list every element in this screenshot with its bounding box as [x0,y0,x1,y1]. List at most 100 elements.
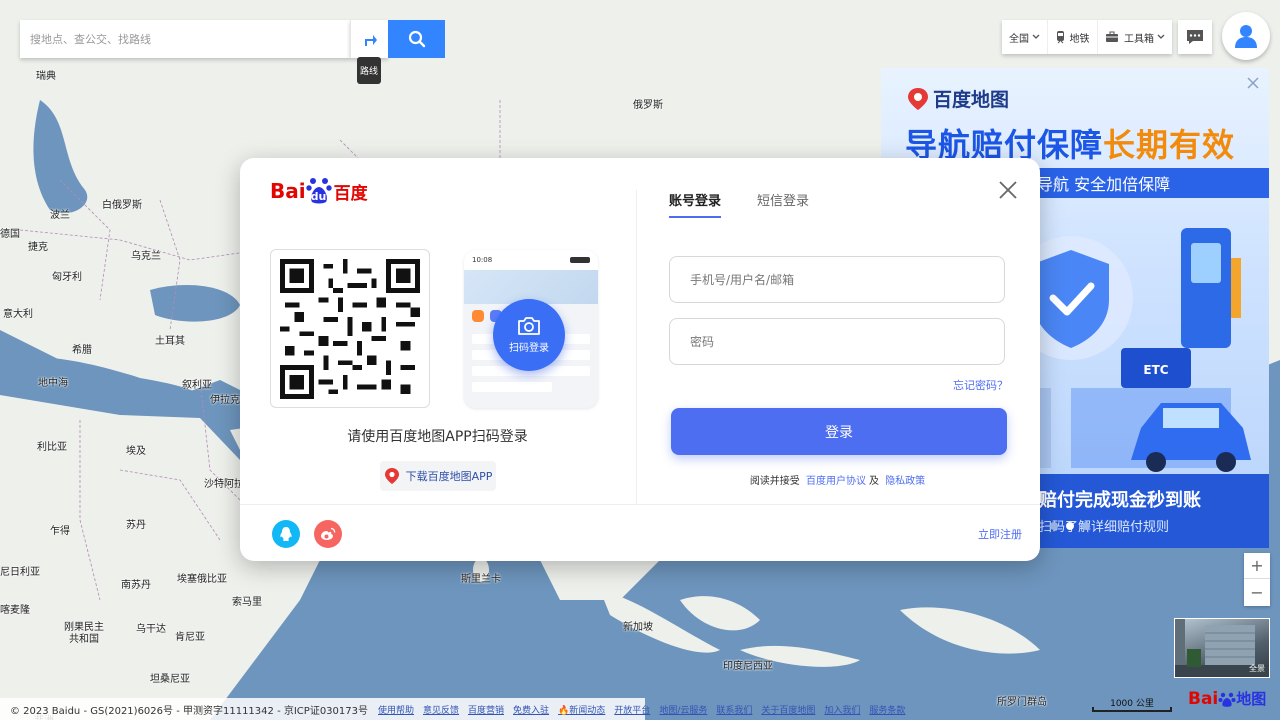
carousel-dot[interactable] [1082,522,1090,530]
subway-button[interactable]: 地铁 [1048,20,1098,54]
map-label: 地中海 [38,378,68,389]
forgot-password-link[interactable]: 忘记密码？ [952,377,1008,393]
dialog-close-button[interactable] [996,178,1020,202]
route-button[interactable] [350,20,388,58]
logo-cn: 百度 [333,183,368,204]
search-button[interactable] [388,20,445,58]
map-scale: 1000 公里 [1092,696,1172,714]
map-label: 喀麦隆 [0,605,30,616]
map-label: 印度尼西亚 [723,661,773,672]
map-pin-icon [908,87,928,110]
carousel-dot-active[interactable] [1066,522,1074,530]
map-label: 瑞典 [36,71,56,82]
zoom-control: + − [1244,553,1270,606]
logo-bai: Bai [1188,688,1219,709]
zoom-in-button[interactable]: + [1244,553,1270,579]
footer-link-cloud[interactable]: 地图/云服务 [659,703,707,716]
toolbox-icon [1106,31,1118,42]
register-link[interactable]: 立即注册 [978,526,1022,542]
close-icon [999,181,1017,199]
city-selector[interactable]: 全国 [1002,20,1048,54]
footer-link-join-free[interactable]: 免费入驻 [513,703,549,716]
weibo-icon [321,527,336,540]
footer-link-news-label: 新闻动态 [569,705,606,716]
search-box[interactable] [20,20,350,58]
footer-bar: © 2023 Baidu - GS(2021)6026号 - 甲测资字11111… [0,698,905,720]
agreement-text: 阅读并接受 百度用户协议及 隐私政策 [669,472,1009,487]
agreement-prefix: 阅读并接受 [749,476,800,487]
password-field[interactable] [669,318,1005,365]
footer-link-contact[interactable]: 联系我们 [716,703,752,716]
copyright-text: © 2023 Baidu - GS(2021)6026号 - 甲测资字11111… [10,705,368,717]
map-label: 伊拉克 [210,395,240,406]
footer-link-marketing[interactable]: 百度营销 [468,703,504,716]
carousel-dot[interactable] [1050,522,1058,530]
map-label: 索马里 [232,597,262,608]
city-label: 全国 [1009,33,1029,45]
ad-carousel-dots [1050,522,1090,530]
qq-login-button[interactable] [272,520,300,548]
scan-login-button[interactable]: 扫码登录 [493,299,565,371]
subway-label: 地铁 [1069,33,1090,45]
ad-footer-line1: 赔付完成现金秒到账 [1039,490,1201,511]
map-label: 白俄罗斯 [102,200,142,211]
paw-icon [1218,692,1236,707]
zoom-out-button[interactable]: − [1244,579,1270,605]
map-tools-group: 全国 地铁 工具箱 [1002,20,1172,54]
footer-link-terms[interactable]: 服务条款 [869,703,905,716]
footer-link-about[interactable]: 关于百度地图 [761,703,815,716]
search-input[interactable] [30,32,350,46]
footer-link-feedback[interactable]: 意见反馈 [423,703,459,716]
terms-link[interactable]: 百度用户协议 [806,476,866,487]
charging-station-icon [1181,228,1241,348]
download-app-button[interactable]: 下载百度地图APP [380,461,496,491]
map-label: 南苏丹 [121,580,151,591]
toolbox-button[interactable]: 工具箱 [1098,20,1172,54]
panorama-thumbnail[interactable]: 全景 [1174,618,1270,678]
privacy-link[interactable]: 隐私政策 [885,476,925,487]
user-avatar-button[interactable] [1222,12,1270,60]
map-label: 尼日利亚 [0,567,40,578]
panorama-label: 全景 [1249,664,1265,673]
column-divider [636,190,637,504]
search-icon [408,30,425,48]
map-label: 乌克兰 [131,251,161,262]
agreement-and: 及 [869,476,879,487]
ad-title-highlight: 长期有效 [1103,126,1236,164]
map-label: 新加坡 [623,622,653,633]
qr-code-icon [280,258,420,399]
footer-link-open-platform[interactable]: 开放平台 [614,703,650,716]
map-label: 意大利 [3,309,33,320]
map-label: 希腊 [72,345,92,356]
camera-icon [518,317,540,335]
map-label: 匈牙利 [52,272,82,283]
login-tabs: 账号登录 短信登录 [669,190,809,218]
footer-link-help[interactable]: 使用帮助 [378,703,414,716]
map-label: 肯尼亚 [175,632,205,643]
download-app-label: 下载百度地图APP [405,470,493,483]
map-label: 刚果民主共和国 [64,622,104,645]
footer-link-news[interactable]: 🔥新闻动态 [558,703,605,716]
qq-icon [280,527,292,542]
paw-icon: du [305,176,332,206]
baidu-logo: Bai du 百度 [270,176,368,206]
password-input[interactable] [690,334,1004,349]
map-label: 乍得 [50,526,70,537]
phone-time: 10:08 [472,256,493,264]
tab-sms-login[interactable]: 短信登录 [757,190,809,217]
username-input[interactable] [690,272,1004,287]
login-button[interactable]: 登录 [671,408,1007,455]
weibo-login-button[interactable] [314,520,342,548]
subway-icon [1056,31,1064,44]
username-field[interactable] [669,256,1005,303]
map-label: 俄罗斯 [633,100,663,111]
footer-link-careers[interactable]: 加入我们 [824,703,860,716]
tab-account-login[interactable]: 账号登录 [669,190,722,218]
ad-brand-text: 百度地图 [933,89,1010,111]
qr-caption: 请使用百度地图APP扫码登录 [347,429,528,445]
map-label: 波兰 [50,210,70,221]
ad-close-button[interactable] [1244,74,1262,92]
message-button[interactable] [1178,20,1212,54]
logo-du: du [310,190,327,203]
dialog-footer: 立即注册 [240,504,1040,561]
